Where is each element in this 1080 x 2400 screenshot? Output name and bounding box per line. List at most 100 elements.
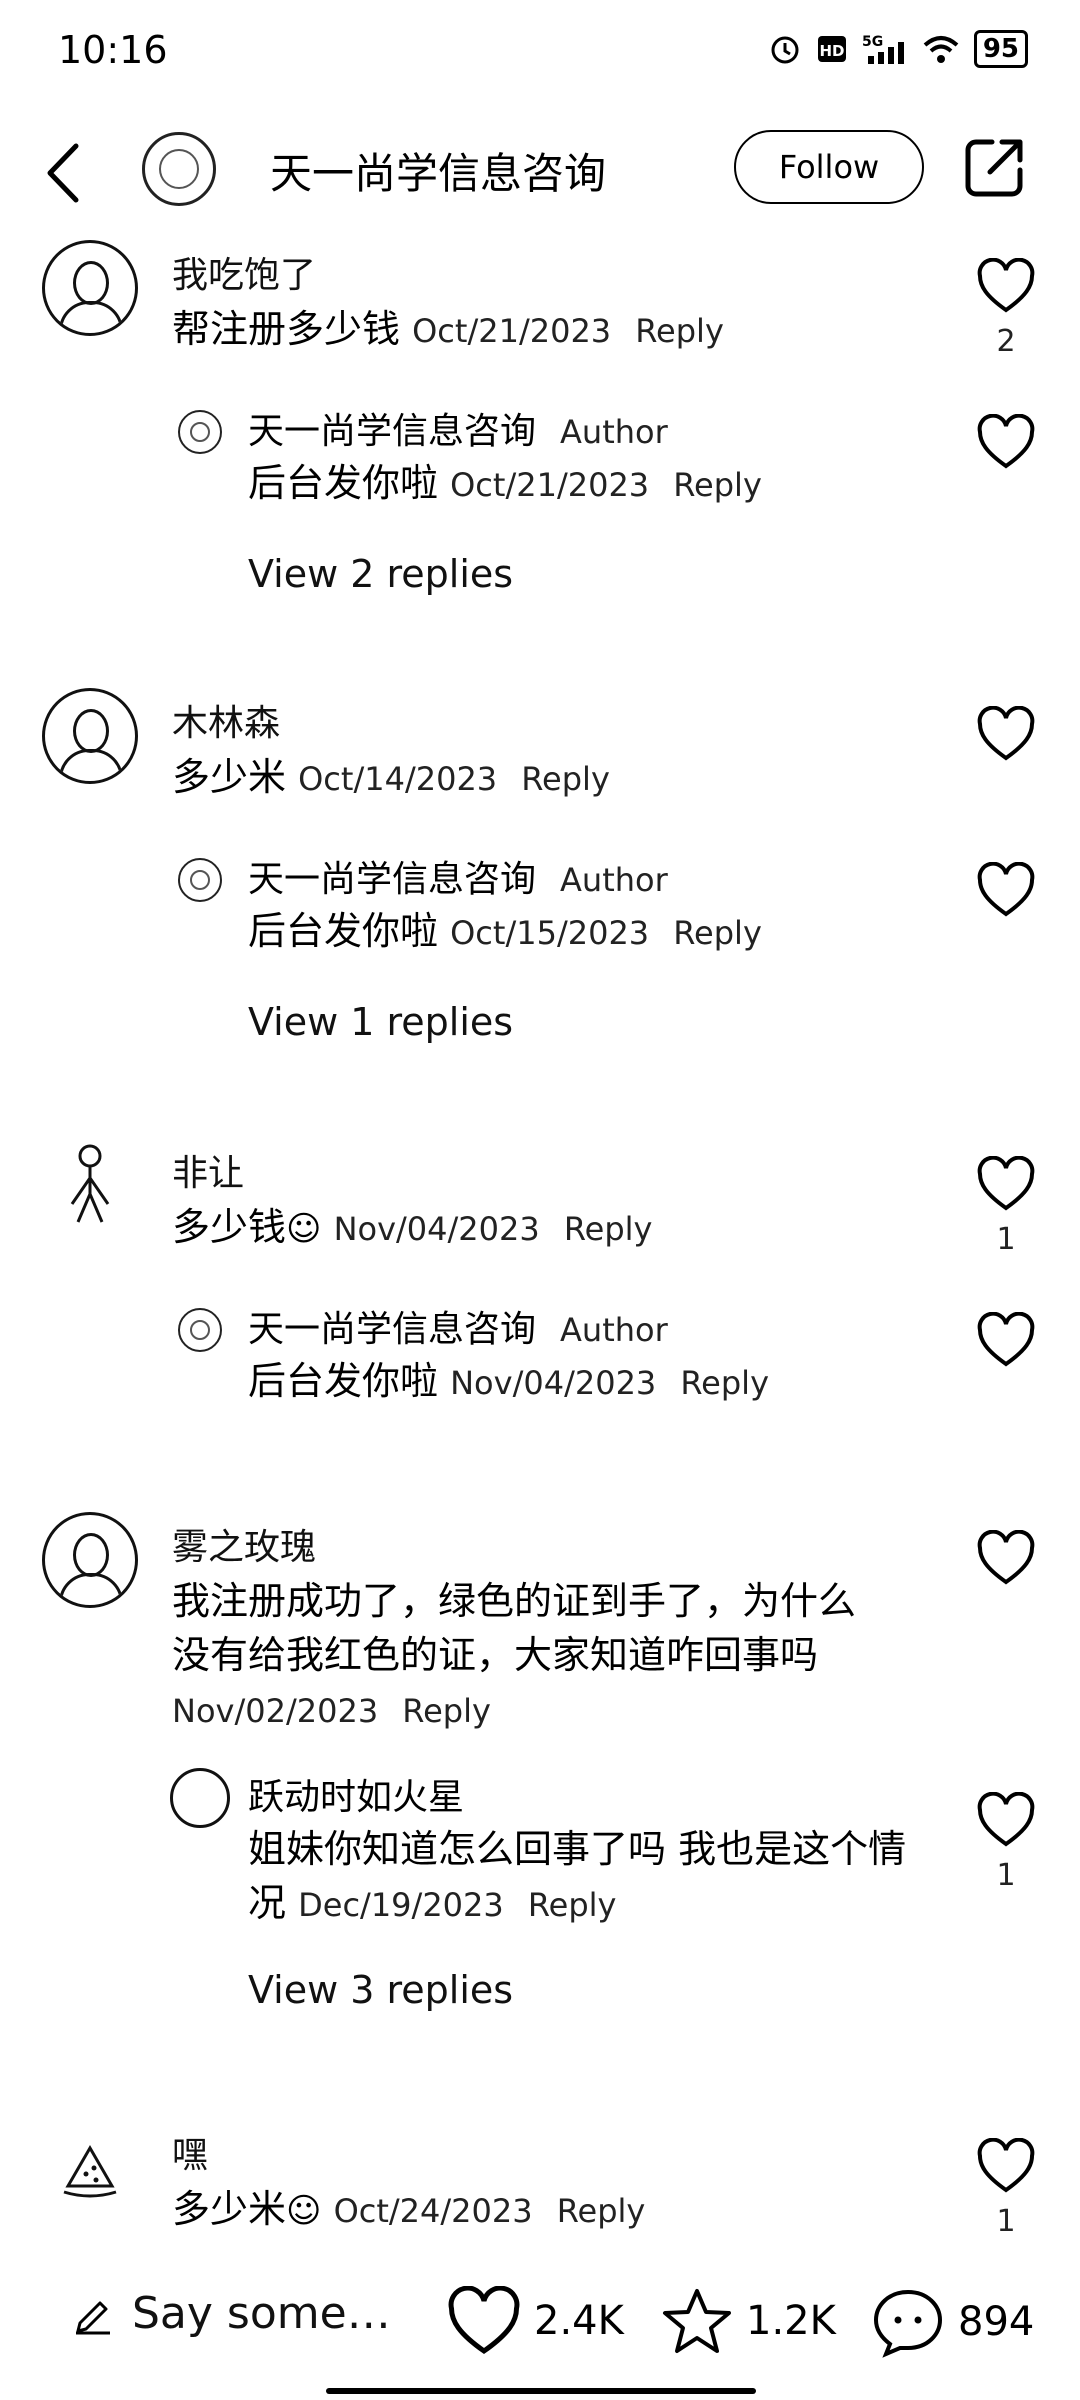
comment-bubble-icon: [873, 2289, 943, 2358]
view-replies-link[interactable]: View 2 replies: [248, 552, 513, 596]
avatar[interactable]: [42, 1512, 138, 1608]
stick-figure-avatar-icon: [70, 1144, 110, 1223]
commenter-name[interactable]: 嘿: [172, 2126, 208, 2178]
follow-button[interactable]: Follow: [734, 130, 924, 204]
reply-button[interactable]: Reply: [635, 312, 724, 350]
sub-commenter-name[interactable]: 跃动时如火星: [248, 1768, 464, 1820]
back-arrow-icon[interactable]: [38, 138, 88, 208]
comment-input[interactable]: Say some…: [72, 2288, 391, 2339]
sub-commenter: 天一尚学信息咨询 Author: [248, 402, 668, 454]
sub-comment-text: 后台发你啦 Oct/15/2023 Reply: [248, 904, 908, 960]
avatar[interactable]: [42, 240, 138, 336]
share-icon[interactable]: [962, 134, 1028, 200]
comment-body: 我注册成功了，绿色的证到手了，为什么没有给我红色的证，大家知道咋回事吗: [172, 1579, 857, 1677]
emoji-icon: ☺: [286, 1209, 322, 1249]
comment-date: Oct/24/2023: [333, 2192, 533, 2230]
commenter-name[interactable]: 非让: [172, 1144, 244, 1196]
svg-text:HD: HD: [819, 42, 844, 60]
sub-commenter-name[interactable]: 天一尚学信息咨询: [248, 859, 536, 900]
comment-text: 我注册成功了，绿色的证到手了，为什么没有给我红色的证，大家知道咋回事吗 Nov/…: [172, 1574, 892, 1738]
view-replies-link[interactable]: View 1 replies: [248, 1000, 513, 1044]
wifi-icon: [923, 36, 959, 63]
account-avatar[interactable]: [142, 132, 216, 206]
comment-stat[interactable]: 894: [870, 2286, 1034, 2358]
heart-icon[interactable]: [976, 1530, 1036, 1586]
heart-icon[interactable]: [976, 706, 1036, 762]
reply-button[interactable]: Reply: [673, 914, 762, 952]
like-total: 2.4K: [534, 2298, 624, 2344]
sub-avatar[interactable]: [178, 410, 222, 454]
reply-button[interactable]: Reply: [557, 2192, 646, 2230]
sub-avatar[interactable]: [178, 1308, 222, 1352]
favorite-total: 1.2K: [746, 2298, 836, 2344]
commenter-name[interactable]: 木林森: [172, 694, 280, 746]
reply-button[interactable]: Reply: [564, 1210, 653, 1248]
sub-comment-text: 姐妹你知道怎么回事了吗 我也是这个情况 Dec/19/2023 Reply: [248, 1822, 908, 1932]
sub-commenter-name[interactable]: 天一尚学信息咨询: [248, 1309, 536, 1350]
heart-icon[interactable]: [976, 258, 1036, 314]
author-tag: Author: [560, 413, 668, 451]
status-bar: 10:16 HD 5G 95: [0, 0, 1080, 110]
reply-button[interactable]: Reply: [528, 1886, 617, 1924]
sub-comment-date: Nov/04/2023: [450, 1364, 657, 1402]
account-title[interactable]: 天一尚学信息咨询: [270, 140, 606, 201]
sub-avatar[interactable]: [170, 1768, 230, 1828]
like-count: 1: [996, 1222, 1016, 1257]
sub-comment-text: 后台发你啦 Nov/04/2023 Reply: [248, 1354, 908, 1410]
emoji-icon: ☺: [286, 2191, 322, 2231]
comment-total: 894: [958, 2299, 1035, 2345]
like-count: 1: [996, 1858, 1016, 1893]
comment-text: 帮注册多少钱 Oct/21/2023 Reply: [172, 302, 892, 358]
sub-avatar[interactable]: [178, 858, 222, 902]
battery-indicator: 95: [973, 30, 1028, 68]
sub-commenter: 天一尚学信息咨询 Author: [248, 1300, 668, 1352]
heart-icon[interactable]: [976, 1792, 1036, 1848]
comment-text: 多少钱☺ Nov/04/2023 Reply: [172, 1200, 892, 1256]
home-indicator[interactable]: [326, 2388, 756, 2394]
status-icons: HD 5G 95: [768, 30, 1028, 68]
alarm-icon: [771, 36, 799, 64]
comment-date: Nov/04/2023: [333, 1210, 540, 1248]
sub-comment-body: 后台发你啦: [248, 461, 439, 505]
sub-commenter: 天一尚学信息咨询 Author: [248, 850, 668, 902]
author-tag: Author: [560, 1311, 668, 1349]
star-icon: [663, 2289, 731, 2353]
svg-text:5G: 5G: [862, 34, 883, 50]
comment-body: 帮注册多少钱: [172, 307, 401, 351]
favorite-stat[interactable]: 1.2K: [660, 2286, 836, 2356]
avatar[interactable]: [42, 688, 138, 784]
sub-comment-body: 后台发你啦: [248, 1359, 439, 1403]
reply-button[interactable]: Reply: [402, 1692, 491, 1730]
comment-text: 多少米 Oct/14/2023 Reply: [172, 750, 892, 806]
reply-button[interactable]: Reply: [521, 760, 610, 798]
author-tag: Author: [560, 861, 668, 899]
hd-icon: HD: [817, 36, 846, 62]
avatar[interactable]: [42, 1138, 138, 1234]
like-count: 2: [996, 324, 1016, 359]
sub-comment-date: Dec/19/2023: [298, 1886, 504, 1924]
heart-icon[interactable]: [976, 1312, 1036, 1368]
commenter-name[interactable]: 雾之玫瑰: [172, 1518, 316, 1570]
heart-icon[interactable]: [976, 1156, 1036, 1212]
like-count: 1: [996, 2204, 1016, 2239]
signal-5g-icon: 5G: [862, 34, 904, 64]
view-replies-link[interactable]: View 3 replies: [248, 1968, 513, 2012]
pencil-icon: [76, 2301, 110, 2334]
comment-date: Oct/14/2023: [298, 760, 498, 798]
heart-icon[interactable]: [976, 2138, 1036, 2194]
heart-icon: [448, 2286, 520, 2355]
comment-input-placeholder: Say some…: [132, 2288, 391, 2339]
reply-button[interactable]: Reply: [680, 1364, 769, 1402]
commenter-name[interactable]: 我吃饱了: [172, 246, 316, 298]
comment-body: 多少米: [172, 2187, 287, 2231]
sub-commenter-name[interactable]: 天一尚学信息咨询: [248, 411, 536, 452]
comment-body: 多少米: [172, 755, 287, 799]
watermelon-avatar-icon[interactable]: [42, 2120, 138, 2216]
header: 天一尚学信息咨询 Follow: [0, 110, 1080, 230]
comment-date: Nov/02/2023: [172, 1692, 379, 1730]
reply-button[interactable]: Reply: [673, 466, 762, 504]
sub-comment-text: 后台发你啦 Oct/21/2023 Reply: [248, 456, 908, 512]
heart-icon[interactable]: [976, 862, 1036, 918]
like-stat[interactable]: 2.4K: [446, 2286, 624, 2356]
heart-icon[interactable]: [976, 414, 1036, 470]
